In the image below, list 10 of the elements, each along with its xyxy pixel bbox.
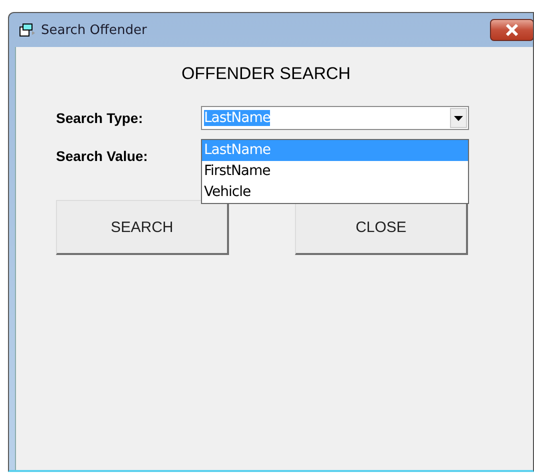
close-button[interactable]: [490, 19, 533, 41]
window-title: Search Offender: [41, 22, 147, 38]
caret-icon: [454, 116, 463, 120]
window-icon: [19, 23, 35, 37]
field-label: Search Value:: [56, 147, 149, 166]
field-label: Search Type:: [56, 109, 144, 128]
close-icon: [505, 24, 519, 36]
dropdown-arrow-button[interactable]: [450, 108, 467, 128]
form-heading: OFFENDER SEARCH: [180, 64, 352, 84]
dialog-button[interactable]: SEARCH: [56, 200, 229, 255]
